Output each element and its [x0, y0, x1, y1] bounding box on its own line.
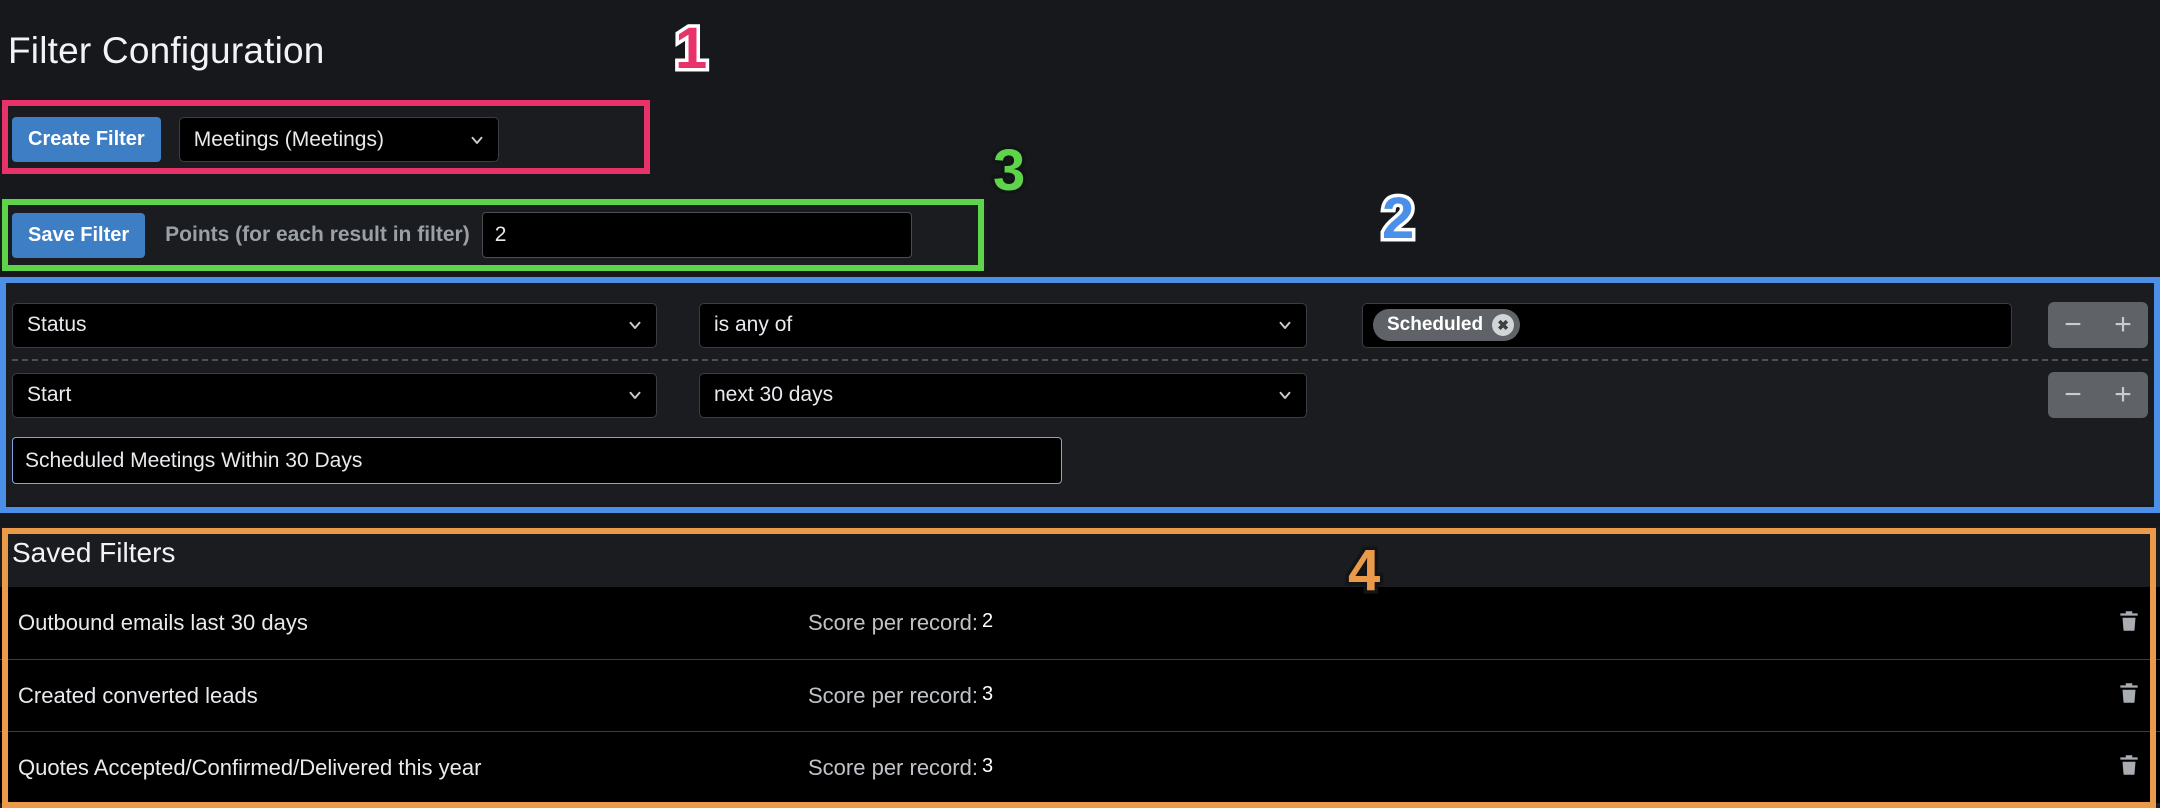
filter-name-input[interactable] — [12, 437, 1062, 484]
entity-select[interactable]: Meetings (Meetings) — [178, 117, 499, 162]
saved-filter-name: Created converted leads — [18, 682, 258, 708]
saved-filter-score: Score per record: 3 — [808, 755, 993, 781]
saved-filter-name: Outbound emails last 30 days — [18, 610, 308, 635]
chevron-down-icon — [1276, 386, 1294, 404]
score-label: Score per record: — [808, 754, 978, 780]
annotation-number-1: 1 — [671, 16, 710, 81]
close-circle-icon[interactable]: ✖ — [1492, 314, 1515, 336]
saved-filter-score: Score per record: 3 — [808, 683, 993, 709]
annotation-number-3: 3 — [989, 138, 1028, 203]
score-value: 2 — [981, 610, 994, 632]
score-value: 3 — [981, 754, 994, 777]
entity-select-value: Meetings (Meetings) — [193, 127, 384, 151]
remove-condition-button-1[interactable]: − — [2064, 310, 2082, 340]
saved-filters-panel: Saved Filters Outbound emails last 30 da… — [0, 527, 2160, 808]
condition-add-remove-controls-1[interactable]: − + — [2048, 302, 2148, 348]
remove-condition-button-2[interactable]: − — [2064, 380, 2082, 410]
points-input[interactable] — [481, 212, 912, 258]
chevron-down-icon — [468, 131, 486, 149]
score-value: 3 — [981, 682, 994, 705]
condition-row: Start next 30 days − + — [0, 361, 2160, 429]
add-condition-button-2[interactable]: + — [2114, 380, 2132, 410]
list-item[interactable]: Quotes Accepted/Confirmed/Delivered this… — [0, 731, 2160, 803]
condition-field-value-2: Start — [27, 383, 72, 406]
save-filter-button[interactable]: Save Filter — [12, 212, 146, 258]
trash-icon[interactable] — [2116, 680, 2142, 711]
chevron-down-icon — [626, 316, 644, 334]
page-title: Filter Configuration — [8, 30, 325, 71]
filter-name-row — [0, 429, 2160, 484]
points-label: Points (for each result in filter) — [165, 223, 470, 246]
condition-value-input-1[interactable]: Scheduled ✖ — [1362, 302, 2012, 348]
save-filter-row: Save Filter Points (for each result in f… — [0, 202, 986, 268]
value-chip-label: Scheduled — [1387, 314, 1484, 335]
saved-filters-list: Outbound emails last 30 days Score per r… — [0, 587, 2160, 803]
create-filter-button[interactable]: Create Filter — [12, 117, 161, 162]
condition-field-value-1: Status — [27, 313, 87, 336]
list-item[interactable]: Created converted leads Score per record… — [0, 659, 2160, 731]
value-chip-scheduled[interactable]: Scheduled ✖ — [1373, 309, 1521, 341]
condition-operator-value-1: is any of — [714, 313, 793, 336]
annotation-number-2: 2 — [1378, 186, 1417, 251]
trash-icon[interactable] — [2116, 752, 2142, 783]
saved-filter-name: Quotes Accepted/Confirmed/Delivered this… — [18, 754, 482, 780]
chevron-down-icon — [626, 386, 644, 404]
condition-field-select-1[interactable]: Status — [12, 302, 657, 348]
score-label: Score per record: — [808, 682, 978, 708]
score-label: Score per record: — [808, 610, 978, 635]
list-item[interactable]: Outbound emails last 30 days Score per r… — [0, 587, 2160, 659]
condition-add-remove-controls-2[interactable]: − + — [2048, 372, 2148, 418]
saved-filters-title: Saved Filters — [12, 537, 176, 568]
add-condition-button-1[interactable]: + — [2114, 310, 2132, 340]
condition-operator-value-2: next 30 days — [714, 383, 834, 406]
condition-operator-select-2[interactable]: next 30 days — [699, 372, 1307, 418]
chevron-down-icon — [1276, 316, 1294, 334]
filter-conditions-panel: Status is any of Scheduled ✖ − + Start n… — [0, 283, 2160, 505]
create-filter-row: Create Filter Meetings (Meetings) — [0, 107, 648, 172]
condition-value-input-2[interactable] — [1362, 373, 2012, 418]
condition-row: Status is any of Scheduled ✖ − + — [0, 291, 2160, 359]
saved-filter-score: Score per record: 2 — [808, 610, 993, 636]
trash-icon[interactable] — [2116, 608, 2142, 639]
condition-operator-select-1[interactable]: is any of — [699, 302, 1307, 348]
filter-configuration-page: Filter Configuration Create Filter Meeti… — [0, 0, 2160, 808]
condition-field-select-2[interactable]: Start — [12, 372, 657, 418]
